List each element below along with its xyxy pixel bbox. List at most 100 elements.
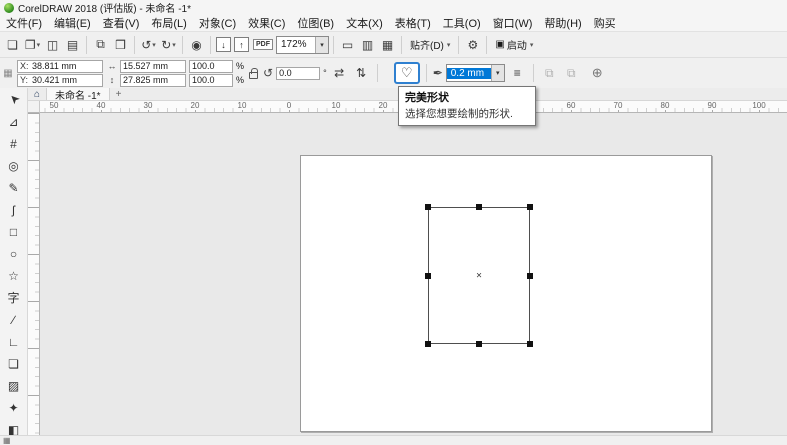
- interactive-fill-tool[interactable]: ◧: [3, 420, 25, 435]
- lock-ratio-icon[interactable]: [249, 72, 258, 79]
- zoom-level-value[interactable]: 172%: [277, 39, 315, 50]
- selection-handle-w[interactable]: [425, 273, 431, 279]
- export-icon: ↑: [239, 40, 244, 50]
- copy-button[interactable]: ⧉: [91, 35, 110, 55]
- ruler-origin-corner[interactable]: [28, 101, 40, 113]
- redo-button[interactable]: ↻▾: [159, 35, 178, 55]
- menu-text[interactable]: 文本(X): [340, 15, 389, 31]
- menu-help[interactable]: 帮助(H): [538, 15, 587, 31]
- scale-y-field[interactable]: 100.0: [189, 74, 233, 87]
- zoom-level-combo[interactable]: 172% ▾: [276, 36, 329, 54]
- mirror-vertical-button[interactable]: ⇅: [352, 63, 371, 83]
- quick-customize-button[interactable]: ⊕: [592, 65, 603, 81]
- width-field[interactable]: 15.527 mm: [120, 60, 186, 73]
- menu-bitmaps[interactable]: 位图(B): [291, 15, 340, 31]
- object-width-icon: ↔: [106, 61, 118, 71]
- ellipse-tool[interactable]: ○: [3, 244, 25, 263]
- rectangle-tool[interactable]: □: [3, 222, 25, 241]
- fullscreen-preview-button[interactable]: ▭: [338, 35, 357, 55]
- status-bar: ▦: [0, 435, 787, 445]
- menu-object[interactable]: 对象(C): [193, 15, 242, 31]
- menu-edit[interactable]: 编辑(E): [48, 15, 97, 31]
- zoom-tool[interactable]: ◎: [3, 156, 25, 175]
- selection-handle-n[interactable]: [476, 204, 482, 210]
- extra-button-1[interactable]: ⧉: [540, 63, 559, 83]
- scale-x-value: 100.0: [192, 61, 215, 71]
- search-content-button[interactable]: ◉: [187, 35, 206, 55]
- menu-view[interactable]: 查看(V): [97, 15, 146, 31]
- home-icon[interactable]: ⌂: [28, 89, 46, 100]
- perfect-shapes-button[interactable]: ♡: [394, 62, 420, 84]
- status-grid-icon[interactable]: ▦: [3, 436, 11, 445]
- vertical-ruler[interactable]: [28, 113, 40, 435]
- undo-button[interactable]: ↺▾: [139, 35, 158, 55]
- artistic-media-tool[interactable]: ʃ: [3, 200, 25, 219]
- export-button[interactable]: ↑: [234, 37, 249, 52]
- import-button[interactable]: ↓: [216, 37, 231, 52]
- x-position-field[interactable]: X: 38.811 mm: [17, 60, 103, 73]
- shape-tool[interactable]: ⊿: [3, 112, 25, 131]
- window-title: CorelDRAW 2018 (评估版) - 未命名 -1*: [18, 0, 191, 15]
- height-field[interactable]: 27.825 mm: [120, 74, 186, 87]
- print-button[interactable]: ▤: [63, 35, 82, 55]
- menu-layout[interactable]: 布局(L): [145, 15, 192, 31]
- options-button[interactable]: ⚙: [463, 35, 482, 55]
- menu-file[interactable]: 文件(F): [0, 15, 48, 31]
- snap-to-button[interactable]: 贴齐(D)▾: [406, 35, 454, 55]
- document-tab[interactable]: 未命名 -1*: [46, 88, 110, 100]
- toolbar-separator: [182, 36, 183, 54]
- rotation-angle-field[interactable]: 0.0: [276, 67, 320, 80]
- pick-tool[interactable]: ➤: [0, 88, 28, 114]
- y-label: Y:: [20, 75, 32, 85]
- menu-effects[interactable]: 效果(C): [242, 15, 291, 31]
- selection-handle-nw[interactable]: [425, 204, 431, 210]
- transparency-tool[interactable]: ▨: [3, 376, 25, 395]
- show-grid-button[interactable]: ▦: [378, 35, 397, 55]
- document-tab-label: 未命名 -1*: [55, 87, 101, 102]
- menu-tools[interactable]: 工具(O): [437, 15, 487, 31]
- crop-tool[interactable]: #: [3, 134, 25, 153]
- selection-handle-s[interactable]: [476, 341, 482, 347]
- drop-shadow-tool[interactable]: ❏: [3, 354, 25, 373]
- open-button[interactable]: ❐▾: [23, 35, 42, 55]
- drawing-canvas[interactable]: ×: [40, 113, 787, 435]
- y-position-field[interactable]: Y: 30.421 mm: [17, 74, 103, 87]
- copy-icon: ⧉: [96, 37, 105, 52]
- outline-width-dropdown-icon[interactable]: ▾: [491, 65, 504, 81]
- menu-window[interactable]: 窗口(W): [487, 15, 539, 31]
- toolbar-separator: [134, 36, 135, 54]
- save-button[interactable]: ◫: [43, 35, 62, 55]
- title-bar: CorelDRAW 2018 (评估版) - 未命名 -1*: [0, 0, 787, 15]
- application-launcher-button[interactable]: ▣启动▾: [491, 35, 537, 55]
- selected-rectangle[interactable]: ×: [428, 207, 530, 344]
- color-eyedropper-tool[interactable]: ✦: [3, 398, 25, 417]
- ruler-label: 30: [143, 101, 154, 110]
- publish-pdf-button[interactable]: PDF: [253, 39, 273, 50]
- height-value: 27.825 mm: [123, 75, 168, 85]
- selection-handle-se[interactable]: [527, 341, 533, 347]
- selection-handle-ne[interactable]: [527, 204, 533, 210]
- polygon-tool[interactable]: ☆: [3, 266, 25, 285]
- outline-width-combo[interactable]: 0.2 mm ▾: [446, 64, 505, 82]
- selection-handle-e[interactable]: [527, 273, 533, 279]
- extra-button-2[interactable]: ⧉: [562, 63, 581, 83]
- mirror-horizontal-button[interactable]: ⇄: [330, 63, 349, 83]
- wrap-text-button[interactable]: ≡: [508, 63, 527, 83]
- scale-x-field[interactable]: 100.0: [189, 60, 233, 73]
- add-page-button[interactable]: +: [110, 89, 128, 100]
- paste-button[interactable]: ❒: [111, 35, 130, 55]
- freehand-tool[interactable]: ✎: [3, 178, 25, 197]
- text-tool[interactable]: 字: [3, 288, 25, 307]
- menu-table[interactable]: 表格(T): [389, 15, 437, 31]
- standard-toolbar: ❏ ❐▾ ◫ ▤ ⧉ ❒ ↺▾ ↻▾ ◉ ↓ ↑ PDF 172% ▾ ▭ ▥ …: [0, 31, 787, 57]
- menu-buy[interactable]: 购买: [588, 15, 622, 31]
- selection-handle-sw[interactable]: [425, 341, 431, 347]
- outline-width-value[interactable]: 0.2 mm: [447, 68, 491, 79]
- show-rulers-button[interactable]: ▥: [358, 35, 377, 55]
- redo-icon: ↻: [161, 38, 171, 52]
- ruler-label: 10: [237, 101, 248, 110]
- dimension-tool[interactable]: ∕: [3, 310, 25, 329]
- new-document-button[interactable]: ❏: [3, 35, 22, 55]
- zoom-dropdown-icon[interactable]: ▾: [315, 37, 328, 53]
- connector-tool[interactable]: ∟: [3, 332, 25, 351]
